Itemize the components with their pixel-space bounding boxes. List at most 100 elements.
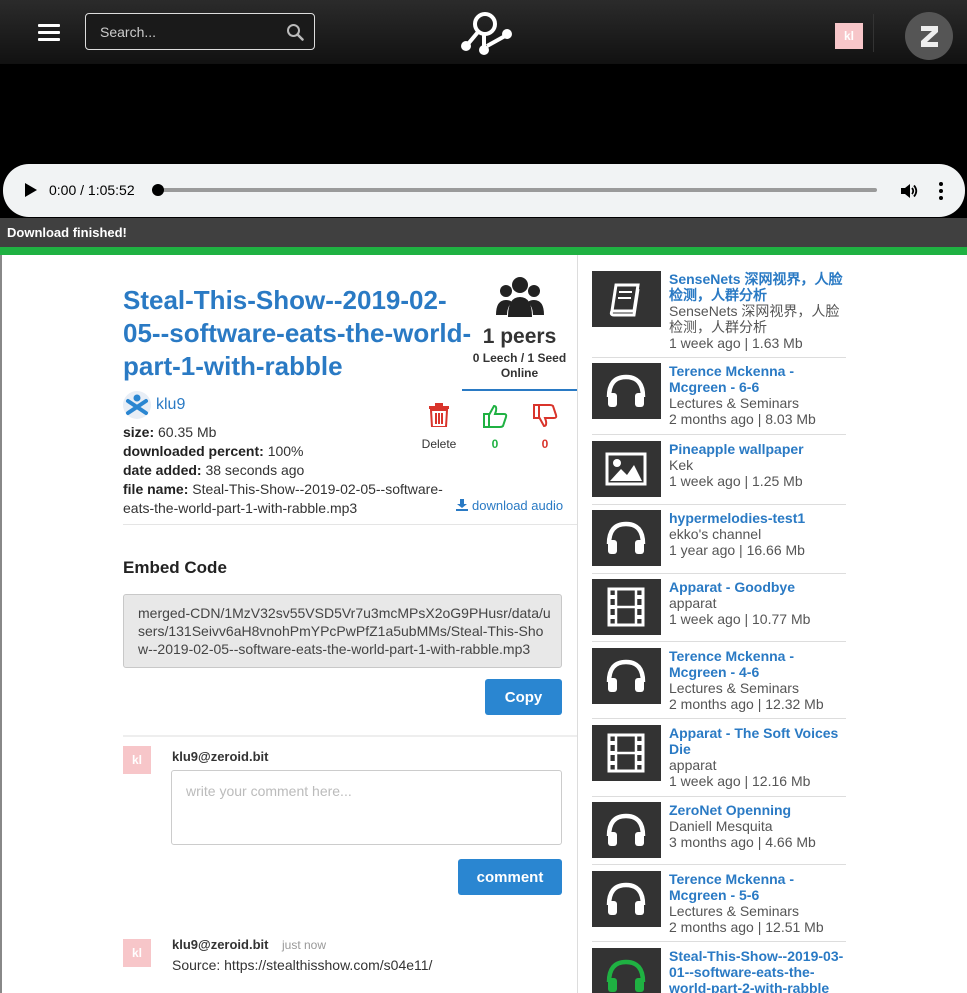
- search-input[interactable]: [86, 14, 314, 49]
- item-text: Steal-This-Show--2019-03-01--software-ea…: [669, 948, 849, 993]
- item-channel: Daniell Mesquita: [669, 818, 773, 834]
- headphones-icon: [606, 882, 646, 915]
- item-meta: 3 months ago | 4.66 Mb: [669, 834, 816, 850]
- column-divider: [577, 255, 578, 993]
- like-button[interactable]: 0: [479, 403, 511, 451]
- thumbnail: [592, 271, 661, 327]
- thumbnail: [592, 363, 661, 419]
- item-text: SenseNets 深网视界，人脸检测，人群分析 SenseNets 深网视界，…: [669, 271, 849, 351]
- headphones-icon: [606, 521, 646, 554]
- search-icon[interactable]: [286, 23, 304, 41]
- thumbnail: [592, 648, 661, 704]
- item-title[interactable]: ZeroNet Openning: [669, 802, 849, 818]
- item-text: Apparat - Goodbye apparat 1 week ago | 1…: [669, 579, 849, 627]
- item-title[interactable]: Terence Mckenna - Mcgreen - 5-6: [669, 871, 849, 903]
- copy-button[interactable]: Copy: [485, 679, 562, 715]
- item-title[interactable]: Apparat - Goodbye: [669, 579, 849, 595]
- item-channel: Lectures & Seminars: [669, 903, 799, 919]
- item-meta: 2 months ago | 8.03 Mb: [669, 411, 816, 427]
- dislike-count: 0: [541, 437, 549, 451]
- list-item[interactable]: ZeroNet Openning Daniell Mesquita 3 mont…: [592, 798, 846, 865]
- author-avatar: [123, 391, 151, 419]
- item-title[interactable]: Steal-This-Show--2019-03-01--software-ea…: [669, 948, 849, 993]
- item-text: ZeroNet Openning Daniell Mesquita 3 mont…: [669, 802, 849, 850]
- more-options-icon[interactable]: [938, 182, 944, 200]
- book-icon: [609, 283, 640, 317]
- peers-panel: 1 peers 0 Leech / 1 Seed Online: [462, 270, 577, 391]
- like-count: 0: [491, 437, 499, 451]
- item-text: hypermelodies-test1 ekko's channel 1 yea…: [669, 510, 849, 558]
- item-meta: 1 week ago | 1.25 Mb: [669, 473, 803, 489]
- header-divider: [873, 14, 874, 52]
- trash-icon: [429, 403, 449, 427]
- comment-author[interactable]: klu9@zeroid.bit: [172, 937, 268, 952]
- file-title: Steal-This-Show--2019-02-05--software-ea…: [123, 285, 472, 381]
- item-channel: apparat: [669, 595, 717, 611]
- dislike-button[interactable]: 0: [529, 403, 561, 451]
- item-channel: Kek: [669, 457, 694, 473]
- item-text: Pineapple wallpaper Kek 1 week ago | 1.2…: [669, 441, 849, 489]
- list-item[interactable]: Terence Mckenna - Mcgreen - 4-6 Lectures…: [592, 644, 846, 719]
- users-icon: [496, 277, 544, 317]
- list-item[interactable]: Steal-This-Show--2019-03-01--software-ea…: [592, 944, 846, 993]
- list-item[interactable]: Apparat - The Soft Voices Die apparat 1 …: [592, 721, 846, 797]
- item-text: Terence Mckenna - Mcgreen - 6-6 Lectures…: [669, 363, 849, 427]
- seek-bar[interactable]: [155, 188, 877, 192]
- divider: [123, 524, 577, 525]
- thumbnail: [592, 441, 661, 497]
- seek-thumb[interactable]: [152, 184, 164, 196]
- item-channel: apparat: [669, 757, 717, 773]
- zeronet-logo-icon[interactable]: [905, 12, 953, 60]
- item-meta: 1 year ago | 16.66 Mb: [669, 542, 805, 558]
- item-text: Apparat - The Soft Voices Die apparat 1 …: [669, 725, 849, 789]
- list-item[interactable]: hypermelodies-test1 ekko's channel 1 yea…: [592, 506, 846, 574]
- top-navbar: kl: [0, 0, 967, 64]
- time-display: 0:00 / 1:05:52: [49, 182, 135, 198]
- play-icon[interactable]: [25, 183, 37, 197]
- download-progress-bar: [0, 247, 967, 255]
- site-logo-icon[interactable]: [458, 10, 514, 56]
- embed-code-field[interactable]: merged-CDN/1MzV32sv55VSD5Vr7u3mcMPsX2oG9…: [123, 594, 562, 668]
- percent-row: downloaded percent: 100%: [123, 443, 304, 459]
- list-item[interactable]: SenseNets 深网视界，人脸检测，人群分析 SenseNets 深网视界，…: [592, 267, 846, 358]
- file-info: size: 60.35 Mb downloaded percent: 100% …: [123, 423, 453, 518]
- image-icon: [605, 452, 647, 486]
- film-icon: [607, 733, 645, 773]
- list-item[interactable]: Apparat - Goodbye apparat 1 week ago | 1…: [592, 575, 846, 642]
- item-title[interactable]: Pineapple wallpaper: [669, 441, 849, 457]
- item-title[interactable]: Terence Mckenna - Mcgreen - 4-6: [669, 648, 849, 680]
- commenter-name: klu9@zeroid.bit: [172, 749, 269, 764]
- comment-input[interactable]: [171, 770, 562, 845]
- download-audio-link[interactable]: download audio: [456, 498, 563, 513]
- thumbs-up-icon: [483, 404, 508, 428]
- item-title[interactable]: Terence Mckenna - Mcgreen - 6-6: [669, 363, 849, 395]
- headphones-icon: [606, 659, 646, 692]
- item-channel: SenseNets 深网视界，人脸检测，人群分析: [669, 303, 840, 335]
- thumbs-down-icon: [533, 404, 558, 428]
- delete-button[interactable]: Delete: [419, 403, 459, 451]
- thumbnail: [592, 510, 661, 566]
- thumbnail: [592, 579, 661, 635]
- divider: [123, 735, 577, 737]
- item-channel: ekko's channel: [669, 526, 762, 542]
- author-link[interactable]: klu9: [156, 396, 185, 414]
- download-percent: 100%: [267, 443, 304, 459]
- item-title[interactable]: Apparat - The Soft Voices Die: [669, 725, 849, 757]
- list-item[interactable]: Pineapple wallpaper Kek 1 week ago | 1.2…: [592, 437, 846, 505]
- user-avatar[interactable]: kl: [835, 23, 863, 49]
- item-title[interactable]: SenseNets 深网视界，人脸检测，人群分析: [669, 271, 849, 303]
- list-item[interactable]: Terence Mckenna - Mcgreen - 6-6 Lectures…: [592, 359, 846, 435]
- volume-icon[interactable]: [899, 181, 919, 201]
- headphones-icon: [606, 813, 646, 846]
- filename-row: file name: Steal-This-Show--2019-02-05--…: [123, 481, 443, 516]
- audio-controls: 0:00 / 1:05:52: [3, 164, 965, 217]
- comment-button[interactable]: comment: [458, 859, 562, 895]
- item-channel: Lectures & Seminars: [669, 680, 799, 696]
- item-channel: Lectures & Seminars: [669, 395, 799, 411]
- download-status-bar: Download finished!: [0, 218, 967, 247]
- search-box: [85, 13, 315, 50]
- hamburger-menu-icon[interactable]: [38, 24, 60, 42]
- list-item[interactable]: Terence Mckenna - Mcgreen - 5-6 Lectures…: [592, 867, 846, 942]
- item-meta: 1 week ago | 10.77 Mb: [669, 611, 811, 627]
- item-title[interactable]: hypermelodies-test1: [669, 510, 849, 526]
